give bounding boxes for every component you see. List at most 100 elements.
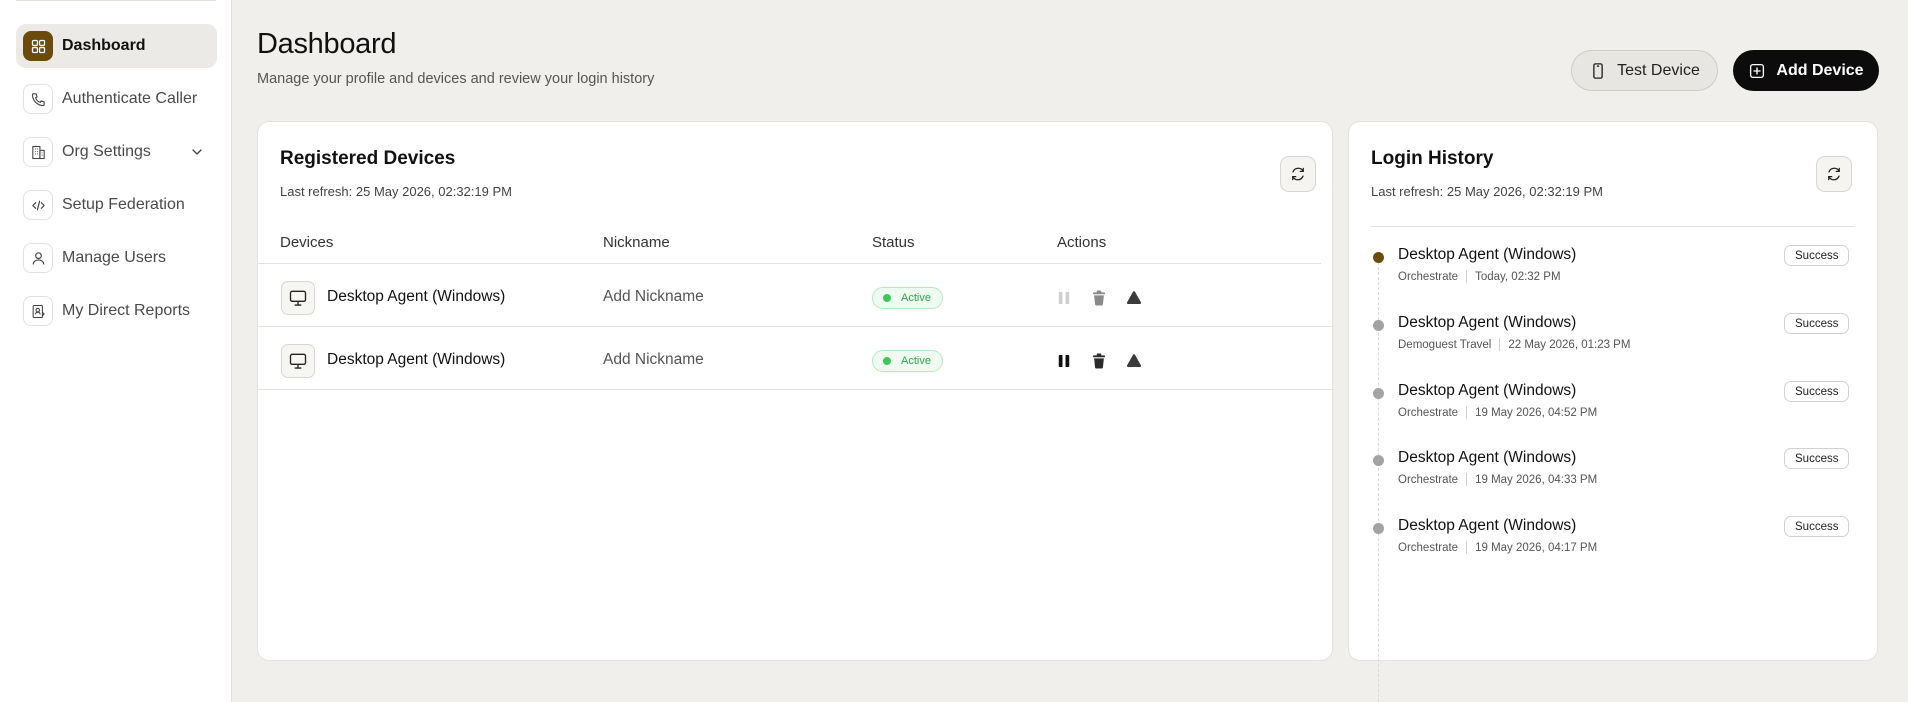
devices-refresh-button[interactable]: [1280, 156, 1316, 192]
history-meta: Orchestrate 19 May 2026, 04:17 PM: [1398, 541, 1597, 554]
column-header-devices: Devices: [280, 234, 334, 251]
status-dot: [883, 294, 891, 302]
sidebar-item-label: Org Settings: [62, 143, 151, 160]
history-device-name: Desktop Agent (Windows): [1398, 382, 1577, 399]
history-time: 19 May 2026, 04:33 PM: [1475, 473, 1598, 486]
history-time: 19 May 2026, 04:52 PM: [1475, 406, 1598, 419]
status-badge: Active: [872, 350, 943, 372]
timeline-dot: [1373, 388, 1384, 399]
result-badge: Success: [1784, 516, 1850, 537]
warning-icon: [1126, 354, 1142, 367]
sidebar-item-label: Dashboard: [62, 37, 146, 54]
refresh-icon: [1292, 167, 1304, 181]
monitor-icon: [281, 281, 315, 315]
trash-icon: [1093, 290, 1105, 306]
history-last-refresh: Last refresh: 25 May 2026, 02:32:19 PM: [1371, 184, 1603, 199]
warning-button[interactable]: [1125, 289, 1143, 307]
history-org: Orchestrate: [1398, 473, 1459, 486]
history-device-name: Desktop Agent (Windows): [1398, 517, 1577, 534]
pause-icon: [1058, 355, 1070, 367]
registered-devices-title: Registered Devices: [280, 148, 456, 169]
history-time: 19 May 2026, 04:17 PM: [1475, 541, 1598, 554]
history-meta: Orchestrate Today, 02:32 PM: [1398, 270, 1561, 283]
plus-square-icon: [1750, 63, 1765, 78]
list-item[interactable]: Desktop Agent (Windows) Demoguest Travel…: [1349, 313, 1879, 374]
sidebar-item-my-direct-reports[interactable]: My Direct Reports: [16, 289, 217, 333]
result-badge: Success: [1784, 245, 1850, 266]
building-icon: [23, 137, 53, 167]
add-nickname-link[interactable]: Add Nickname: [603, 288, 704, 306]
sidebar: Dashboard Authenticate Caller Org Settin…: [0, 0, 232, 702]
devices-last-refresh: Last refresh: 25 May 2026, 02:32:19 PM: [280, 184, 512, 199]
sidebar-item-label: My Direct Reports: [62, 302, 191, 319]
list-item[interactable]: Desktop Agent (Windows) Orchestrate Toda…: [1349, 245, 1879, 306]
chevron-down-icon[interactable]: [189, 144, 205, 160]
status-label: Active: [901, 355, 931, 367]
history-divider: [1371, 226, 1855, 227]
mobile-device-icon: [1593, 62, 1603, 79]
add-device-button[interactable]: Add Device: [1733, 50, 1879, 91]
devices-table-header: Devices Nickname Status Actions: [258, 234, 1321, 264]
history-time: Today, 02:32 PM: [1475, 270, 1561, 283]
login-history-card: Login History Last refresh: 25 May 2026,…: [1348, 121, 1879, 702]
result-badge: Success: [1784, 313, 1850, 334]
history-meta: Demoguest Travel 22 May 2026, 01:23 PM: [1398, 338, 1630, 351]
list-item[interactable]: Desktop Agent (Windows) Orchestrate 19 M…: [1349, 516, 1879, 577]
meta-separator: [1466, 406, 1468, 419]
sidebar-item-dashboard[interactable]: Dashboard: [16, 24, 217, 68]
device-name: Desktop Agent (Windows): [327, 351, 506, 368]
sidebar-item-label: Setup Federation: [62, 196, 185, 213]
reports-icon: [23, 296, 53, 326]
status-label: Active: [901, 292, 931, 304]
sidebar-divider: [16, 0, 216, 1]
column-header-nickname: Nickname: [603, 234, 670, 251]
pause-button[interactable]: [1055, 289, 1073, 307]
device-name: Desktop Agent (Windows): [327, 288, 506, 305]
sidebar-item-authenticate-caller[interactable]: Authenticate Caller: [16, 77, 217, 121]
delete-button[interactable]: [1090, 352, 1108, 370]
result-badge: Success: [1784, 381, 1850, 402]
history-meta: Orchestrate 19 May 2026, 04:33 PM: [1398, 473, 1597, 486]
grid-icon: [23, 31, 53, 61]
add-device-label: Add Device: [1776, 61, 1864, 79]
login-history-title: Login History: [1371, 148, 1494, 169]
history-org: Orchestrate: [1398, 270, 1459, 283]
add-nickname-link[interactable]: Add Nickname: [603, 351, 704, 369]
sidebar-nav: Dashboard Authenticate Caller Org Settin…: [16, 24, 217, 342]
trash-icon: [1093, 353, 1105, 369]
refresh-icon: [1828, 167, 1840, 181]
column-header-status: Status: [872, 234, 915, 251]
pause-button[interactable]: [1055, 352, 1073, 370]
history-device-name: Desktop Agent (Windows): [1398, 449, 1577, 466]
monitor-icon: [281, 344, 315, 378]
phone-icon: [23, 84, 53, 114]
history-time: 22 May 2026, 01:23 PM: [1508, 338, 1631, 351]
sidebar-item-manage-users[interactable]: Manage Users: [16, 236, 217, 280]
sidebar-item-setup-federation[interactable]: Setup Federation: [16, 183, 217, 227]
history-device-name: Desktop Agent (Windows): [1398, 314, 1577, 331]
page-subtitle: Manage your profile and devices and revi…: [257, 71, 655, 87]
warning-button[interactable]: [1125, 352, 1143, 370]
status-badge: Active: [872, 287, 943, 309]
history-org: Demoguest Travel: [1398, 338, 1492, 351]
user-icon: [23, 243, 53, 273]
delete-button[interactable]: [1090, 289, 1108, 307]
test-device-button[interactable]: Test Device: [1571, 50, 1718, 91]
sidebar-item-label: Manage Users: [62, 249, 167, 266]
timeline-dot: [1373, 252, 1384, 263]
meta-separator: [1466, 473, 1468, 486]
result-badge: Success: [1784, 448, 1850, 469]
history-device-name: Desktop Agent (Windows): [1398, 246, 1577, 263]
sidebar-item-org-settings[interactable]: Org Settings: [16, 130, 217, 174]
list-item[interactable]: Desktop Agent (Windows) Orchestrate 19 M…: [1349, 381, 1879, 442]
code-icon: [23, 190, 53, 220]
timeline-dot: [1373, 455, 1384, 466]
history-meta: Orchestrate 19 May 2026, 04:52 PM: [1398, 406, 1597, 419]
table-row: Desktop Agent (Windows) Add Nickname Act…: [258, 265, 1334, 327]
pause-icon: [1058, 292, 1070, 304]
page-title: Dashboard: [257, 28, 397, 60]
history-refresh-button[interactable]: [1816, 156, 1852, 192]
meta-separator: [1499, 338, 1501, 351]
history-org: Orchestrate: [1398, 406, 1459, 419]
list-item[interactable]: Desktop Agent (Windows) Orchestrate 19 M…: [1349, 448, 1879, 509]
